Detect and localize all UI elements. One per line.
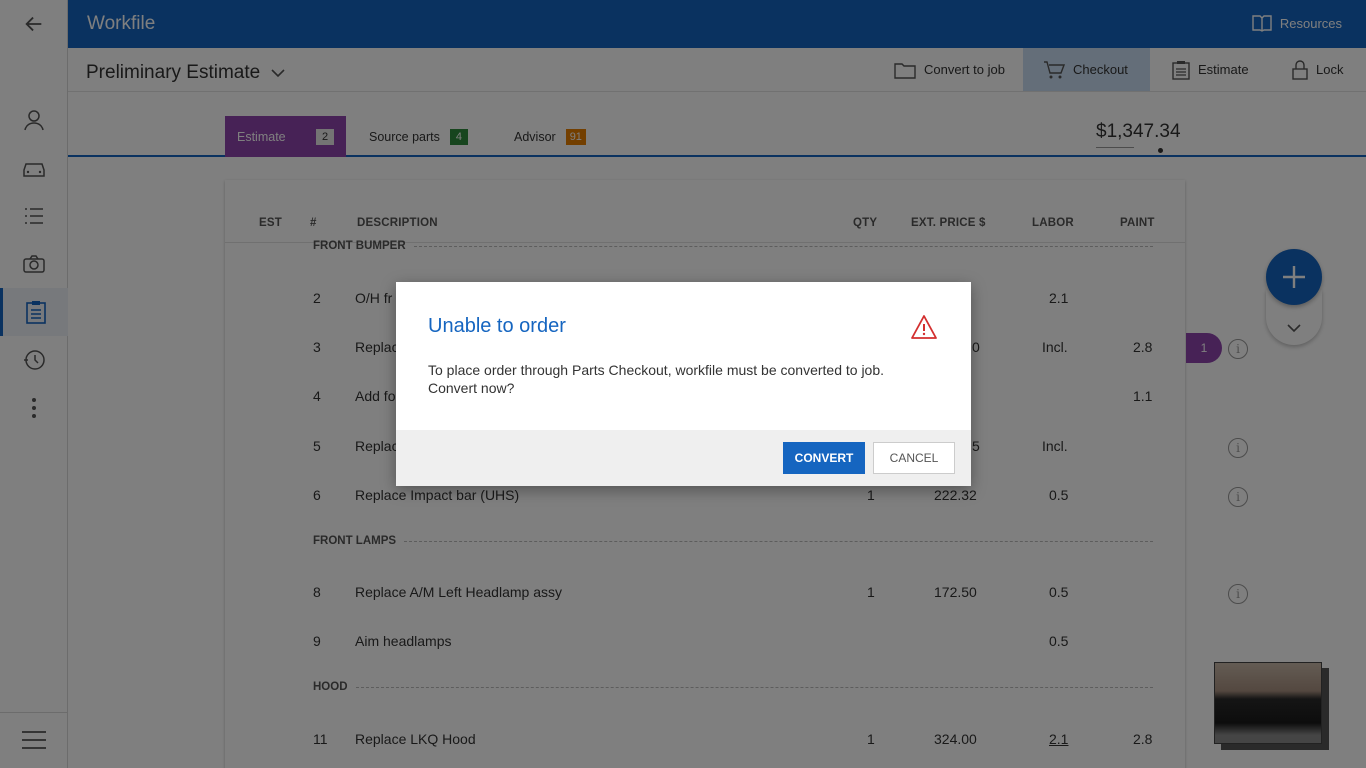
convert-button[interactable]: CONVERT — [783, 442, 865, 474]
dialog-title: Unable to order — [428, 315, 566, 337]
dialog-message: To place order through Parts Checkout, w… — [428, 362, 885, 396]
dialog-footer: CONVERT CANCEL — [396, 430, 971, 486]
cancel-button[interactable]: CANCEL — [873, 442, 955, 474]
warning-icon — [911, 315, 937, 339]
unable-to-order-dialog: Unable to order To place order through P… — [396, 282, 971, 486]
